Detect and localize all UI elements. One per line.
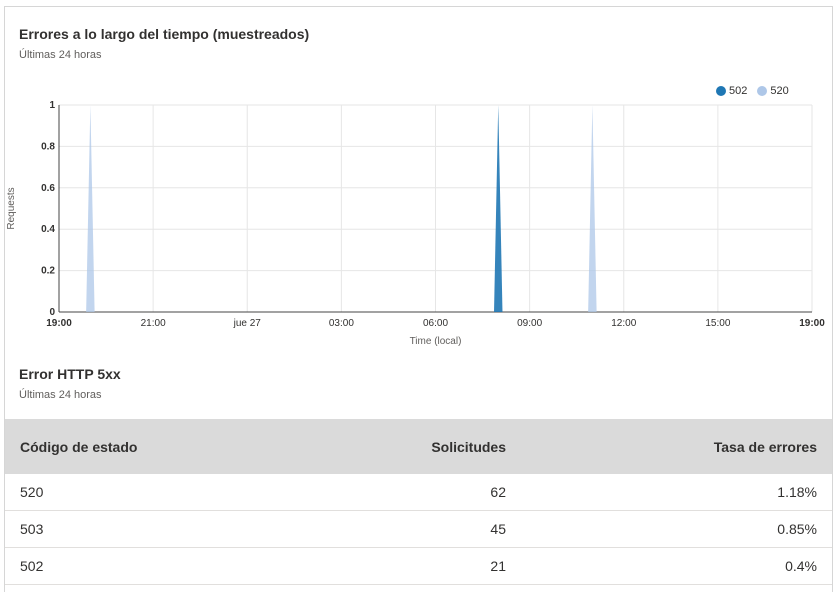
x-tick-label: 09:00	[517, 318, 542, 329]
x-tick-label: 15:00	[705, 318, 730, 329]
x-tick-label: jue 27	[233, 318, 262, 329]
y-tick-label: 0	[49, 307, 55, 318]
table-subtitle: Últimas 24 horas	[19, 389, 102, 401]
y-tick-label: 0.6	[41, 183, 55, 194]
y-tick-label: 1	[49, 100, 55, 111]
y-tick-label: 0.4	[41, 224, 55, 235]
column-header-error-rate[interactable]: Tasa de errores	[521, 419, 832, 474]
area-spike-520	[86, 105, 95, 312]
y-tick-label: 0.2	[41, 266, 55, 277]
cell-status-code: 503	[5, 510, 275, 548]
cell-requests: 62	[275, 474, 521, 511]
x-tick-label: 21:00	[141, 318, 166, 329]
column-header-status-code[interactable]: Código de estado	[5, 419, 275, 474]
table-title: Error HTTP 5xx	[19, 366, 121, 382]
cell-status-code: 502	[5, 547, 275, 585]
x-tick-label: 06:00	[423, 318, 448, 329]
area-spike-502	[494, 105, 503, 312]
x-tick-label: 03:00	[329, 318, 354, 329]
table-row[interactable]: 503 45 0.85%	[5, 510, 832, 548]
column-header-requests[interactable]: Solicitudes	[275, 419, 521, 474]
x-tick-label: 19:00	[799, 318, 825, 329]
cell-requests: 21	[275, 547, 521, 585]
errors-over-time-chart: 0 0.2 0.4 0.6 0.8 1 19:00 21:00 jue 27 03:00 06:00…	[6, 100, 825, 347]
x-tick-label: 12:00	[611, 318, 636, 329]
cell-error-rate: 0.4%	[521, 547, 832, 585]
cell-requests: 45	[275, 510, 521, 548]
x-tick-label: 19:00	[46, 318, 72, 329]
cell-error-rate: 1.18%	[521, 474, 832, 511]
cell-status-code: 520	[5, 474, 275, 511]
x-axis-title: Time (local)	[410, 336, 462, 347]
y-axis-title: Requests	[6, 187, 17, 229]
table-header-row: Código de estado Solicitudes Tasa de err…	[5, 419, 832, 474]
table-row[interactable]: 502 21 0.4%	[5, 547, 832, 585]
y-tick-label: 0.8	[41, 141, 55, 152]
cell-error-rate: 0.85%	[521, 510, 832, 548]
table-row[interactable]: 520 62 1.18%	[5, 474, 832, 511]
area-spike-520	[588, 105, 597, 312]
http-5xx-table: Código de estado Solicitudes Tasa de err…	[5, 419, 832, 585]
